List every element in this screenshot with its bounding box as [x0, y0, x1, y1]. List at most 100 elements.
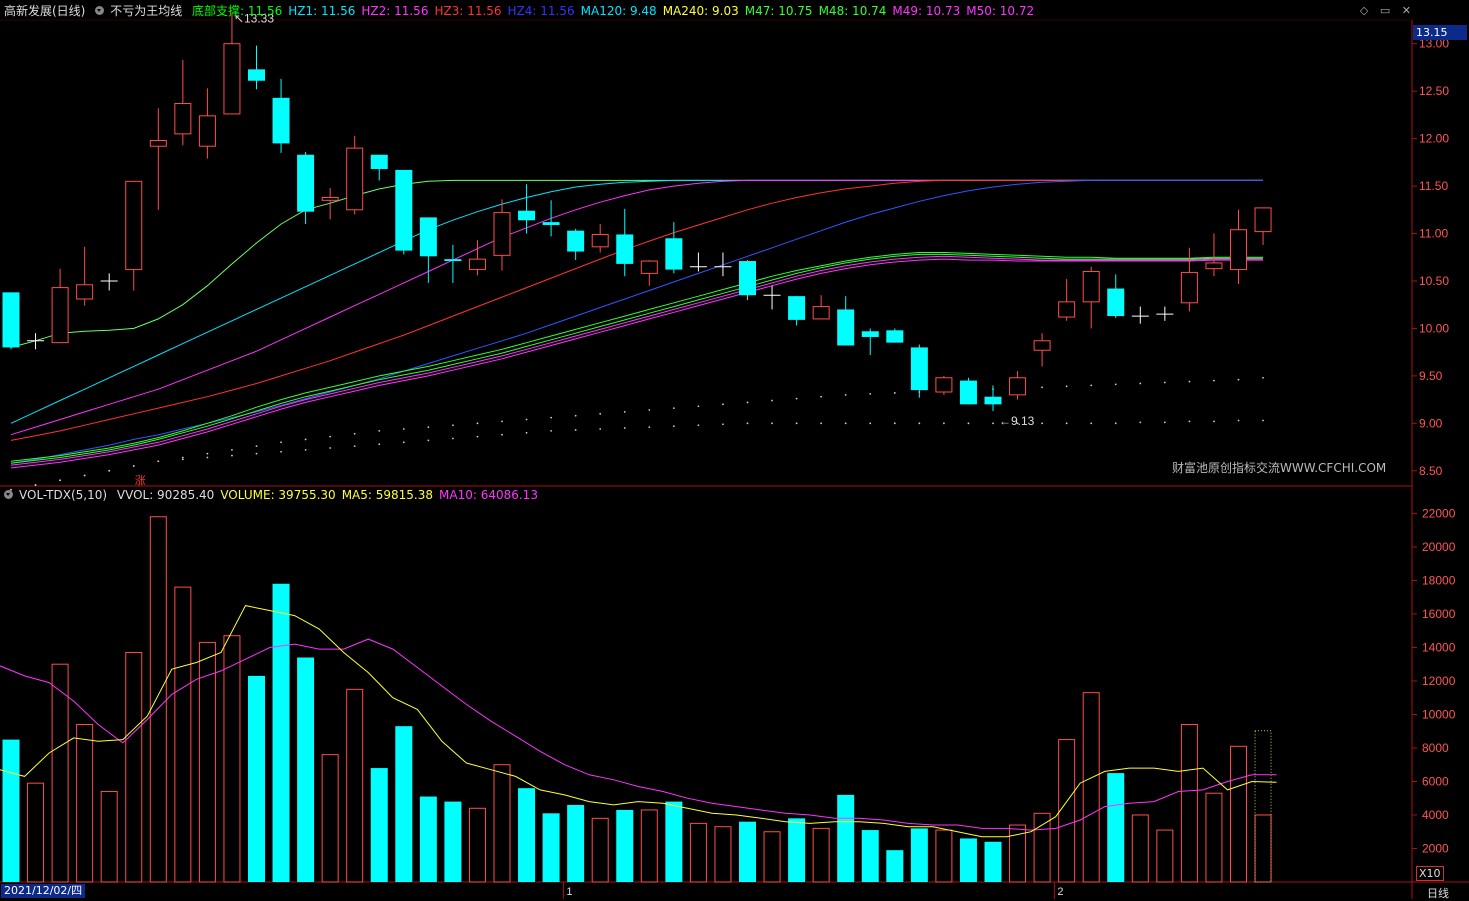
candle[interactable] — [1230, 209, 1247, 284]
candle[interactable] — [518, 184, 536, 234]
candle[interactable] — [468, 240, 486, 276]
volume-bar[interactable] — [837, 794, 855, 882]
candle[interactable] — [346, 135, 364, 215]
candle[interactable] — [837, 296, 855, 346]
volume-bar[interactable] — [125, 651, 143, 883]
volume-bar[interactable] — [149, 516, 167, 883]
window-icon[interactable]: ▭ — [1380, 4, 1390, 17]
volume-bar[interactable] — [640, 809, 658, 883]
candle[interactable] — [714, 252, 732, 277]
candle[interactable] — [591, 224, 609, 253]
volume-bar[interactable] — [518, 788, 536, 882]
candle[interactable] — [1058, 279, 1076, 321]
price-panel[interactable]: ↖13.33←9.13涨 — [2, 11, 1272, 491]
volume-bar[interactable] — [861, 830, 879, 882]
candle[interactable] — [321, 187, 339, 220]
volume-bar[interactable] — [788, 818, 806, 882]
volume-bar[interactable] — [665, 801, 683, 882]
volume-bar[interactable] — [395, 726, 413, 882]
candle[interactable] — [861, 328, 879, 355]
volume-bar[interactable] — [616, 809, 634, 882]
volume-bar[interactable] — [689, 822, 707, 883]
candle[interactable] — [419, 217, 437, 283]
volume-bar[interactable] — [984, 841, 1002, 882]
candle[interactable] — [76, 246, 94, 306]
volume-bar[interactable] — [370, 768, 388, 882]
candle[interactable] — [616, 208, 634, 277]
volume-bar[interactable] — [812, 827, 830, 883]
volume-bar[interactable] — [198, 641, 216, 883]
candle[interactable] — [125, 180, 143, 291]
close-icon[interactable]: ✕ — [1402, 4, 1411, 17]
volume-bar[interactable] — [1033, 812, 1051, 883]
indicator-menu-icon[interactable] — [95, 6, 105, 15]
volume-bar[interactable] — [910, 828, 928, 882]
candle[interactable] — [1107, 274, 1125, 318]
volume-bar[interactable] — [959, 838, 977, 882]
volume-bar[interactable] — [444, 801, 462, 882]
volume-bar[interactable] — [1058, 739, 1076, 883]
candle[interactable] — [370, 154, 388, 181]
volume-bar[interactable] — [493, 764, 511, 883]
volume-bar[interactable] — [763, 831, 781, 883]
candle[interactable] — [493, 199, 511, 271]
volume-bar[interactable] — [27, 782, 45, 883]
candle[interactable] — [198, 88, 216, 159]
candle[interactable] — [910, 344, 928, 398]
volume-bar[interactable] — [51, 663, 69, 883]
volume-bar[interactable] — [321, 754, 339, 883]
candle[interactable] — [1009, 371, 1027, 400]
volume-bar[interactable] — [886, 850, 904, 882]
candle[interactable] — [886, 328, 904, 343]
volume-bar[interactable] — [346, 688, 364, 883]
indicator-name[interactable]: 不亏为王均线 — [110, 4, 182, 18]
candle[interactable] — [567, 228, 585, 261]
candle[interactable] — [959, 377, 977, 405]
candle[interactable] — [689, 252, 707, 272]
candle[interactable] — [1254, 207, 1272, 245]
stock-name[interactable]: 高新发展(日线) — [4, 4, 85, 18]
candle[interactable] — [100, 273, 118, 291]
volume-bar[interactable] — [1131, 814, 1149, 883]
candle[interactable] — [248, 45, 265, 90]
candle[interactable] — [1082, 266, 1100, 329]
volume-bar[interactable] — [1180, 724, 1198, 883]
volume-bar[interactable] — [297, 657, 315, 882]
volume-bar[interactable] — [935, 829, 953, 883]
candle[interactable] — [223, 12, 241, 115]
volume-bar[interactable] — [2, 739, 20, 882]
volume-bar[interactable] — [714, 826, 732, 883]
candle[interactable] — [272, 78, 290, 153]
candle[interactable] — [788, 296, 806, 326]
volume-bar[interactable] — [76, 724, 94, 883]
candle[interactable] — [395, 169, 413, 255]
candle[interactable] — [984, 385, 1002, 411]
volume-indicator-menu-icon[interactable] — [4, 490, 13, 499]
volume-bar[interactable] — [1230, 745, 1247, 883]
diamond-icon[interactable]: ◇ — [1360, 4, 1368, 17]
volume-bar[interactable] — [248, 675, 265, 882]
candle[interactable] — [51, 268, 69, 344]
candle[interactable] — [1156, 306, 1174, 321]
volume-bar[interactable] — [1082, 692, 1100, 883]
volume-bar[interactable] — [1254, 814, 1272, 883]
volume-bar[interactable] — [223, 635, 241, 883]
candle[interactable] — [174, 59, 192, 146]
volume-bar[interactable] — [468, 807, 486, 883]
candle[interactable] — [2, 292, 20, 350]
stock-chart[interactable]: ↖13.33←9.13涨 8.50 9.00 9.50 10.00 10.50 11.00… — [0, 0, 1469, 899]
candle[interactable] — [1205, 233, 1223, 277]
candle[interactable] — [27, 333, 45, 350]
volume-bar[interactable] — [272, 583, 290, 882]
candle[interactable] — [739, 260, 756, 300]
candle[interactable] — [542, 200, 560, 237]
volume-bar[interactable] — [739, 821, 756, 882]
volume-bar[interactable] — [1205, 792, 1223, 883]
volume-indicator-name[interactable]: VOL-TDX(5,10) — [19, 488, 107, 502]
volume-bar[interactable] — [100, 791, 118, 883]
volume-bar[interactable] — [542, 813, 560, 882]
volume-bar[interactable] — [1156, 829, 1174, 883]
volume-bar[interactable] — [591, 817, 609, 883]
volume-bar[interactable] — [419, 796, 437, 882]
volume-bar[interactable] — [174, 586, 192, 883]
